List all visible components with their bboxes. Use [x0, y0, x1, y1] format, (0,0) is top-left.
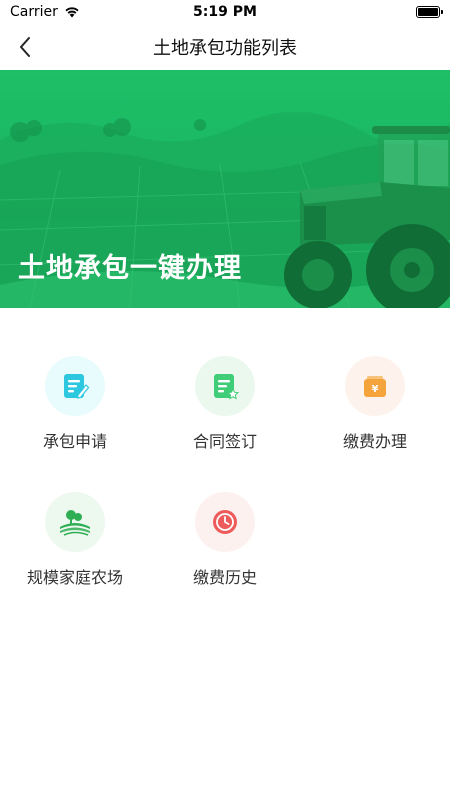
function-item-family-farm[interactable]: 规模家庭农场 [0, 492, 150, 602]
battery-icon [416, 6, 443, 18]
function-item-payment-history[interactable]: 缴费历史 [150, 492, 300, 602]
family-farm-icon [60, 510, 90, 536]
icon-circle [195, 356, 255, 416]
payment-history-icon [213, 510, 237, 534]
function-label: 合同签订 [192, 432, 257, 451]
banner-title: 土地承包一键办理 [18, 253, 242, 284]
apply-form-icon [64, 374, 90, 399]
nav-bar: 土地承包功能列表 [0, 24, 450, 70]
function-label: 缴费办理 [342, 432, 407, 451]
banner: 土地承包一键办理 [0, 70, 450, 308]
icon-circle [195, 492, 255, 552]
carrier-label: Carrier [10, 4, 58, 20]
function-label: 缴费历史 [192, 568, 257, 587]
function-item-contract[interactable]: 合同签订 [150, 356, 300, 466]
function-label: 承包申请 [42, 432, 107, 451]
page-title: 土地承包功能列表 [153, 38, 297, 59]
function-item-payment[interactable]: ¥ 缴费办理 [300, 356, 450, 466]
payment-wallet-icon: ¥ [364, 376, 386, 397]
battery-fill [418, 8, 438, 16]
status-bar: Carrier 5:19 PM [0, 0, 450, 24]
contract-sign-icon [214, 374, 240, 400]
status-left: Carrier [10, 4, 80, 20]
function-label: 规模家庭农场 [26, 568, 123, 587]
screen: Carrier 5:19 PM 土地承包功能列表 土地承包一键办理 承包申请 合… [0, 0, 450, 800]
icon-circle: ¥ [345, 356, 405, 416]
function-item-apply[interactable]: 承包申请 [0, 356, 150, 466]
icon-circle [45, 356, 105, 416]
svg-text:¥: ¥ [372, 384, 379, 395]
wifi-icon [65, 7, 79, 18]
chevron-left-icon [20, 37, 30, 57]
back-button[interactable] [10, 32, 40, 62]
icon-circle [45, 492, 105, 552]
